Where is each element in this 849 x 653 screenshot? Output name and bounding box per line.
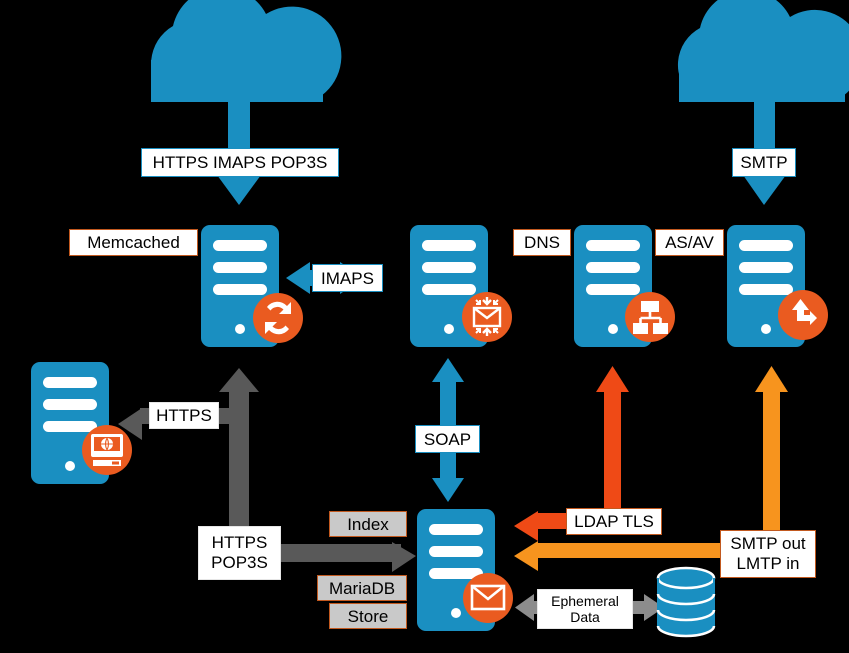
hierarchy-icon: [625, 292, 675, 342]
label-mariadb: MariaDB: [317, 575, 407, 601]
label-smtp-out-lmtp-in: SMTP out LMTP in: [720, 530, 816, 578]
label-soap: SOAP: [415, 425, 480, 453]
label-ephemeral-data: Ephemeral Data: [537, 589, 633, 629]
label-imaps: IMAPS: [312, 264, 383, 292]
sync-icon: [253, 293, 303, 343]
mail-in-icon: [462, 292, 512, 342]
label-https: HTTPS: [149, 402, 219, 429]
internet-cloud-right: [677, 0, 849, 102]
arrow-index-mariadb-store-right: [281, 542, 416, 572]
label-as-av: AS/AV: [655, 229, 724, 256]
web-globe-icon: [82, 425, 132, 475]
label-ldap-tls: LDAP TLS: [566, 508, 662, 535]
route-icon: [778, 290, 828, 340]
label-index: Index: [329, 511, 407, 537]
label-https-imaps-pop3s: HTTPS IMAPS POP3S: [141, 148, 339, 177]
architecture-diagram: HTTPS IMAPS POP3S SMTP Memcached IMAPS D…: [0, 0, 849, 653]
label-dns: DNS: [513, 229, 571, 256]
internet-cloud-left: [151, 0, 342, 102]
label-smtp: SMTP: [732, 148, 796, 177]
envelope-icon: [463, 573, 513, 623]
label-https-pop3s: HTTPS POP3S: [198, 526, 281, 580]
label-store: Store: [329, 603, 407, 629]
arrow-https-pop3s-up: [219, 368, 259, 550]
label-memcached: Memcached: [69, 229, 198, 256]
database-cylinder-icon: [656, 566, 716, 638]
